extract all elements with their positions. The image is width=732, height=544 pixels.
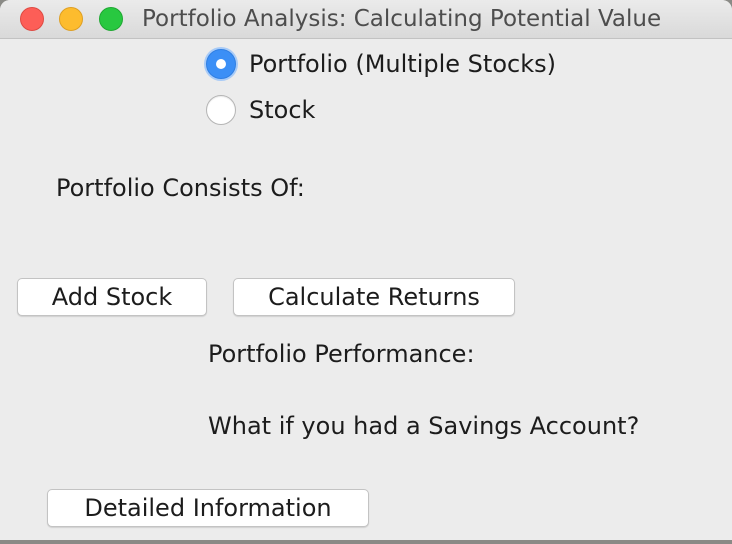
zoom-window-button[interactable] (99, 7, 123, 31)
add-stock-button[interactable]: Add Stock (17, 278, 207, 316)
radio-selected-dot (216, 59, 226, 69)
app-window: Portfolio Analysis: Calculating Potentia… (0, 0, 732, 540)
minimize-window-button[interactable] (59, 7, 83, 31)
radio-option-stock[interactable]: Stock (206, 93, 315, 127)
radio-option-portfolio[interactable]: Portfolio (Multiple Stocks) (206, 47, 556, 81)
close-window-button[interactable] (20, 7, 44, 31)
radio-label-stock: Stock (249, 96, 316, 124)
radio-button-stock[interactable] (206, 95, 236, 125)
portfolio-consists-of-label: Portfolio Consists Of: (56, 174, 305, 202)
calculate-returns-button[interactable]: Calculate Returns (233, 278, 515, 316)
radio-button-portfolio[interactable] (206, 49, 236, 79)
title-bar[interactable]: Portfolio Analysis: Calculating Potentia… (0, 0, 732, 39)
detailed-information-button[interactable]: Detailed Information (47, 489, 369, 527)
portfolio-performance-label: Portfolio Performance: (208, 340, 475, 368)
savings-account-label: What if you had a Savings Account? (208, 412, 640, 440)
radio-label-portfolio: Portfolio (Multiple Stocks) (249, 50, 556, 78)
window-title: Portfolio Analysis: Calculating Potentia… (142, 6, 662, 32)
